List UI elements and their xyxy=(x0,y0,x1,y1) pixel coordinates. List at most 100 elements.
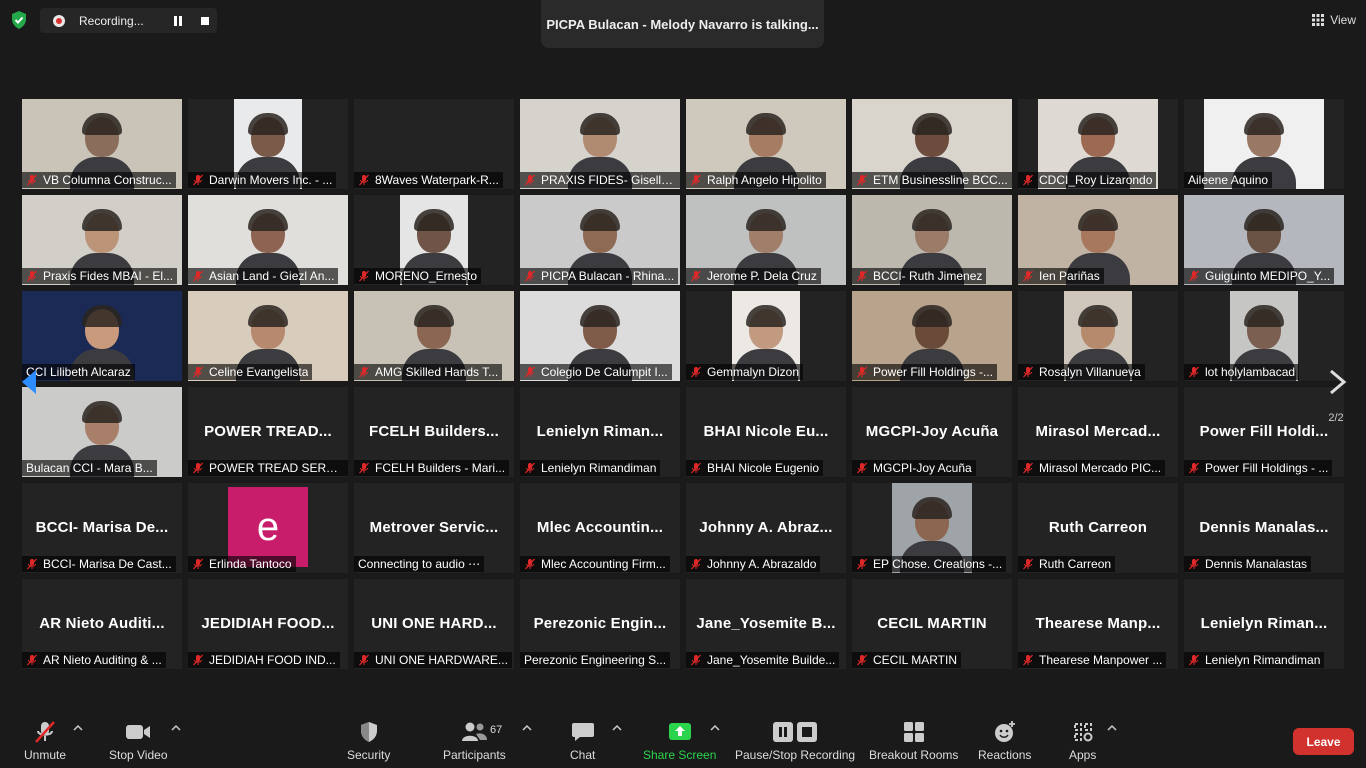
apps-options-caret-icon[interactable] xyxy=(1107,724,1117,732)
participant-tile[interactable]: Mirasol Mercad... Mirasol Mercado PIC... xyxy=(1018,387,1178,477)
participant-tile[interactable]: POWER TREAD... POWER TREAD SERVI... xyxy=(188,387,348,477)
participant-tile[interactable]: Lenielyn Riman... Lenielyn Rimandiman xyxy=(520,387,680,477)
stop-video-button[interactable]: Stop Video xyxy=(109,720,168,762)
participant-name-bar: Colegio De Calumpit I... xyxy=(520,364,672,380)
participant-name: Ien Pariñas xyxy=(1039,269,1100,283)
chat-options-caret-icon[interactable] xyxy=(612,724,622,732)
participant-tile[interactable]: Gemmalyn Dizon xyxy=(686,291,846,381)
chat-button[interactable]: Chat xyxy=(570,720,595,762)
share-screen-button[interactable]: Share Screen xyxy=(643,720,716,762)
muted-mic-icon xyxy=(691,366,701,378)
participant-tile[interactable]: BCCI- Marisa De... BCCI- Marisa De Cast..… xyxy=(22,483,182,573)
participant-tile[interactable]: Aileene Aquino xyxy=(1184,99,1344,189)
participant-display-name: Ruth Carreon xyxy=(1048,519,1148,536)
participant-tile[interactable]: Johnny A. Abraz... Johnny A. Abrazaldo xyxy=(686,483,846,573)
participant-tile[interactable]: BCCI- Ruth Jimenez xyxy=(852,195,1012,285)
next-page-button[interactable]: 2/2 xyxy=(1306,338,1366,428)
participant-name-bar: ETM Businessline BCC... xyxy=(852,172,1012,188)
participant-tile[interactable]: JEDIDIAH FOOD... JEDIDIAH FOOD IND... xyxy=(188,579,348,669)
muted-mic-icon xyxy=(525,270,535,282)
unmute-button[interactable]: Unmute xyxy=(24,720,66,762)
participant-name: MORENO_Ernesto xyxy=(375,269,478,283)
participant-tile[interactable]: e Erlinda Tantoco xyxy=(188,483,348,573)
participant-tile[interactable]: CECIL MARTIN CECIL MARTIN xyxy=(852,579,1012,669)
video-options-caret-icon[interactable] xyxy=(171,724,181,732)
participant-name: Darwin Movers Inc. - ... xyxy=(209,173,333,187)
participant-tile[interactable]: Jane_Yosemite B... Jane_Yosemite Builde..… xyxy=(686,579,846,669)
participant-tile[interactable]: 8Waves Waterpark-R... xyxy=(354,99,514,189)
muted-mic-icon xyxy=(27,174,37,186)
participant-name: 8Waves Waterpark-R... xyxy=(375,173,499,187)
participant-tile[interactable]: Ruth Carreon Ruth Carreon xyxy=(1018,483,1178,573)
encryption-shield-icon[interactable] xyxy=(9,10,29,30)
previous-page-button[interactable]: 2/2 xyxy=(0,338,60,428)
participant-name: Johnny A. Abrazaldo xyxy=(707,557,817,571)
participant-tile[interactable]: Asian Land - Giezl An... xyxy=(188,195,348,285)
participant-tile[interactable]: PRAXIS FIDES- Giselle... xyxy=(520,99,680,189)
muted-mic-icon xyxy=(1189,366,1199,378)
share-options-caret-icon[interactable] xyxy=(710,724,720,732)
audio-options-caret-icon[interactable] xyxy=(73,724,83,732)
participant-name: BHAI Nicole Eugenio xyxy=(707,461,820,475)
participant-tile[interactable]: FCELH Builders... FCELH Builders - Mari..… xyxy=(354,387,514,477)
participant-tile[interactable]: Praxis Fides MBAI - El... xyxy=(22,195,182,285)
breakout-rooms-button[interactable]: Breakout Rooms xyxy=(869,720,958,762)
participant-tile[interactable]: VB Columna Construc... xyxy=(22,99,182,189)
participant-tile[interactable]: PICPA Bulacan - Rhina... xyxy=(520,195,680,285)
muted-mic-icon xyxy=(1023,366,1033,378)
participant-display-name: AR Nieto Auditi... xyxy=(39,615,165,632)
participant-tile[interactable]: Perezonic Engin... Perezonic Engineering … xyxy=(520,579,680,669)
page-indicator-right: 2/2 xyxy=(1328,412,1344,424)
participant-name: Celine Evangelista xyxy=(209,365,309,379)
pause-recording-icon[interactable] xyxy=(171,14,185,28)
chat-bubble-icon xyxy=(571,723,594,741)
participant-tile[interactable]: AMG Skilled Hands T... xyxy=(354,291,514,381)
participant-name: ETM Businessline BCC... xyxy=(873,173,1008,187)
security-button[interactable]: Security xyxy=(347,720,390,762)
participant-name-bar: Perezonic Engineering S... xyxy=(520,652,671,668)
participant-name-bar: BCCI- Ruth Jimenez xyxy=(852,268,987,284)
participant-name: Thearese Manpower ... xyxy=(1039,653,1163,667)
reactions-button[interactable]: Reactions xyxy=(978,720,1031,762)
participant-tile[interactable]: EP Chose. Creations -... xyxy=(852,483,1012,573)
apps-button[interactable]: Apps xyxy=(1069,720,1096,762)
participant-name-bar: CDCI_Roy Lizarondo xyxy=(1018,172,1157,188)
participant-tile[interactable]: BHAI Nicole Eu... BHAI Nicole Eugenio xyxy=(686,387,846,477)
participant-tile[interactable]: Metrover Servic... Connecting to audio ⋯ xyxy=(354,483,514,573)
leave-meeting-button[interactable]: Leave xyxy=(1293,728,1354,755)
participant-name: Colegio De Calumpit I... xyxy=(541,365,668,379)
muted-mic-icon xyxy=(1023,270,1033,282)
participant-tile[interactable]: Ien Pariñas xyxy=(1018,195,1178,285)
participant-tile[interactable]: Dennis Manalas... Dennis Manalastas xyxy=(1184,483,1344,573)
participant-tile[interactable]: CDCI_Roy Lizarondo xyxy=(1018,99,1178,189)
participant-name-bar: Thearese Manpower ... xyxy=(1018,652,1167,668)
participant-tile[interactable]: Ralph Angelo Hipolito xyxy=(686,99,846,189)
participant-tile[interactable]: MGCPI-Joy Acuña MGCPI-Joy Acuña xyxy=(852,387,1012,477)
participant-name-bar: BHAI Nicole Eugenio xyxy=(686,460,824,476)
pause-stop-recording-label: Pause/Stop Recording xyxy=(735,748,856,762)
view-button[interactable]: View xyxy=(1312,10,1356,30)
participant-tile[interactable]: UNI ONE HARD... UNI ONE HARDWARE... xyxy=(354,579,514,669)
participant-tile[interactable]: Jerome P. Dela Cruz xyxy=(686,195,846,285)
participant-name: UNI ONE HARDWARE... xyxy=(375,653,508,667)
participant-display-name: Dennis Manalas... xyxy=(1199,519,1329,536)
muted-mic-icon xyxy=(857,366,867,378)
participant-tile[interactable]: Darwin Movers Inc. - ... xyxy=(188,99,348,189)
participant-tile[interactable]: Lenielyn Riman... Lenielyn Rimandiman xyxy=(1184,579,1344,669)
participant-display-name: Lenielyn Riman... xyxy=(536,423,664,440)
participant-tile[interactable]: MORENO_Ernesto xyxy=(354,195,514,285)
participant-tile[interactable]: AR Nieto Auditi... AR Nieto Auditing & ..… xyxy=(22,579,182,669)
participant-tile[interactable]: Power Fill Holdings -... xyxy=(852,291,1012,381)
participant-name-bar: Power Fill Holdings -... xyxy=(852,364,998,380)
participant-tile[interactable]: ETM Businessline BCC... xyxy=(852,99,1012,189)
pause-stop-recording-button[interactable]: Pause/Stop Recording xyxy=(735,720,855,762)
stop-recording-icon[interactable] xyxy=(198,14,212,28)
muted-mic-icon xyxy=(857,558,867,570)
participant-tile[interactable]: Colegio De Calumpit I... xyxy=(520,291,680,381)
participant-tile[interactable]: Celine Evangelista xyxy=(188,291,348,381)
participant-tile[interactable]: Rosalyn Villanueva xyxy=(1018,291,1178,381)
participant-tile[interactable]: Guiguinto MEDIPO_Y... xyxy=(1184,195,1344,285)
participants-options-caret-icon[interactable] xyxy=(522,724,532,732)
participant-tile[interactable]: Mlec Accountin... Mlec Accounting Firm... xyxy=(520,483,680,573)
participant-tile[interactable]: Thearese Manp... Thearese Manpower ... xyxy=(1018,579,1178,669)
